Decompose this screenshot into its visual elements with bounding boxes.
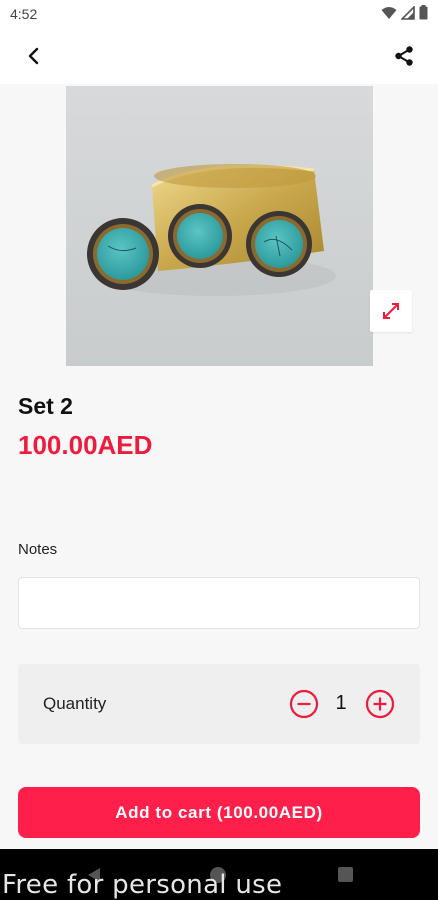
quantity-label: Quantity (43, 694, 107, 713)
watermark-text: Free for personal use (2, 870, 283, 900)
arrow-back-icon (28, 47, 39, 65)
battery-icon (419, 5, 428, 20)
minus-circle-icon (289, 689, 319, 719)
status-time: 4:52 (10, 6, 38, 22)
quantity-value: 1 (335, 692, 347, 714)
jewelry-set-illustration (66, 86, 373, 366)
product-image[interactable] (66, 86, 373, 366)
status-bar: 4:52 (0, 0, 438, 28)
notes-input[interactable] (18, 577, 420, 629)
wifi-icon (381, 6, 397, 19)
nav-recents-icon[interactable] (338, 867, 353, 882)
share-button[interactable] (390, 42, 418, 70)
back-button[interactable] (20, 42, 48, 70)
expand-icon (383, 303, 399, 319)
status-icons (381, 5, 428, 20)
decrease-quantity-button[interactable] (289, 689, 319, 719)
app-bar (0, 28, 438, 84)
product-price: 100.00AED (18, 430, 153, 460)
plus-circle-icon (365, 689, 395, 719)
signal-icon (401, 5, 415, 20)
product-title: Set 2 (18, 393, 73, 419)
notes-label: Notes (18, 541, 58, 558)
share-icon (395, 46, 413, 66)
add-to-cart-button[interactable]: Add to cart (100.00AED) (18, 787, 420, 838)
quantity-card: Quantity 1 (18, 664, 420, 744)
increase-quantity-button[interactable] (365, 689, 395, 719)
expand-image-button[interactable] (370, 290, 412, 332)
